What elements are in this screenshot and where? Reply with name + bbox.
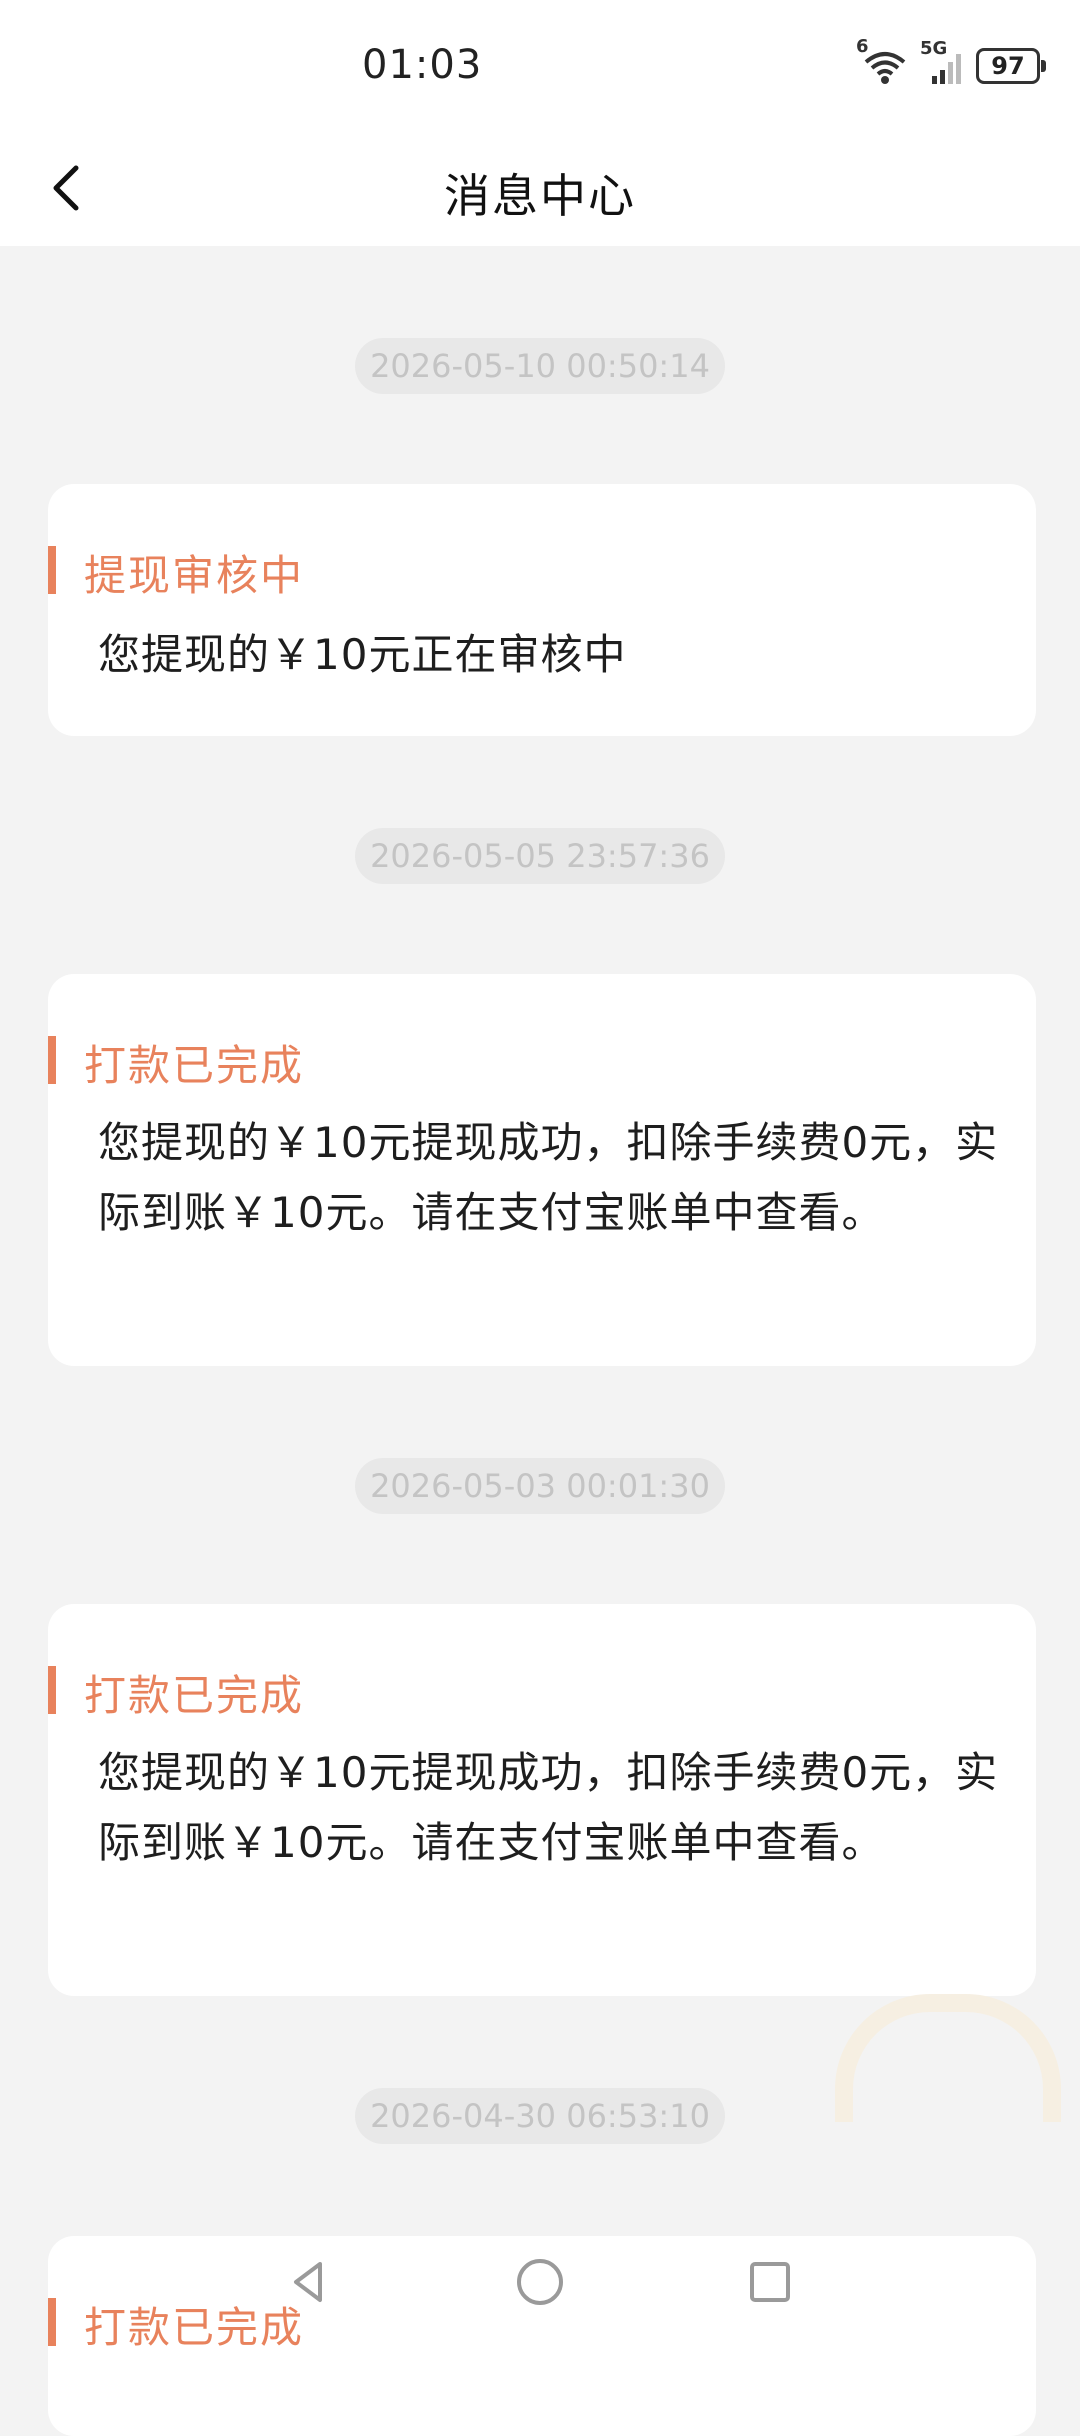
message-card[interactable]: 打款已完成 您提现的￥10元提现成功，扣除手续费0元，实际到账￥10元。请在支付… — [48, 1604, 1036, 1996]
message-timestamp: 2026-05-10 00:50:14 — [355, 338, 725, 394]
circle-home-icon — [517, 2259, 563, 2305]
page-title: 消息中心 — [444, 169, 636, 223]
nav-back-button[interactable] — [280, 2252, 340, 2312]
message-body: 您提现的￥10元提现成功，扣除手续费0元，实际到账￥10元。请在支付宝账单中查看… — [98, 1118, 999, 1237]
nav-recents-button[interactable] — [740, 2252, 800, 2312]
battery-level: 97 — [991, 52, 1025, 80]
message-title: 打款已完成 — [84, 1671, 305, 1720]
signal-icon: 5G — [920, 38, 964, 86]
status-icons: 6 5G 97 — [856, 36, 1046, 88]
message-title: 提现审核中 — [84, 551, 305, 600]
card-accent-bar — [48, 1036, 56, 1084]
wifi-badge: 6 — [856, 36, 869, 57]
system-nav-bar — [0, 2230, 1080, 2340]
network-type: 5G — [920, 38, 948, 59]
status-bar: 01:03 6 5G 97 — [0, 0, 1080, 130]
message-timestamp: 2026-04-30 06:53:10 — [355, 2088, 725, 2144]
message-body: 您提现的￥10元提现成功，扣除手续费0元，实际到账￥10元。请在支付宝账单中查看… — [98, 1748, 999, 1867]
message-title: 打款已完成 — [84, 1041, 305, 1090]
message-body: 您提现的￥10元正在审核中 — [98, 630, 627, 679]
battery-icon: 97 — [976, 48, 1046, 84]
decorative-arch — [835, 1994, 1061, 2122]
card-accent-bar — [48, 1666, 56, 1714]
message-timestamp: 2026-05-05 23:57:36 — [355, 828, 725, 884]
header: 消息中心 — [0, 130, 1080, 246]
nav-home-button[interactable] — [510, 2252, 570, 2312]
message-card[interactable]: 打款已完成 您提现的￥10元提现成功，扣除手续费0元，实际到账￥10元。请在支付… — [48, 974, 1036, 1366]
square-recents-icon — [750, 2262, 790, 2302]
wifi-icon: 6 — [856, 36, 908, 86]
message-timestamp: 2026-05-03 00:01:30 — [355, 1458, 725, 1514]
message-card[interactable]: 提现审核中 您提现的￥10元正在审核中 — [48, 484, 1036, 736]
card-accent-bar — [48, 546, 56, 594]
status-time: 01:03 — [362, 42, 483, 88]
triangle-back-icon — [294, 2262, 322, 2302]
